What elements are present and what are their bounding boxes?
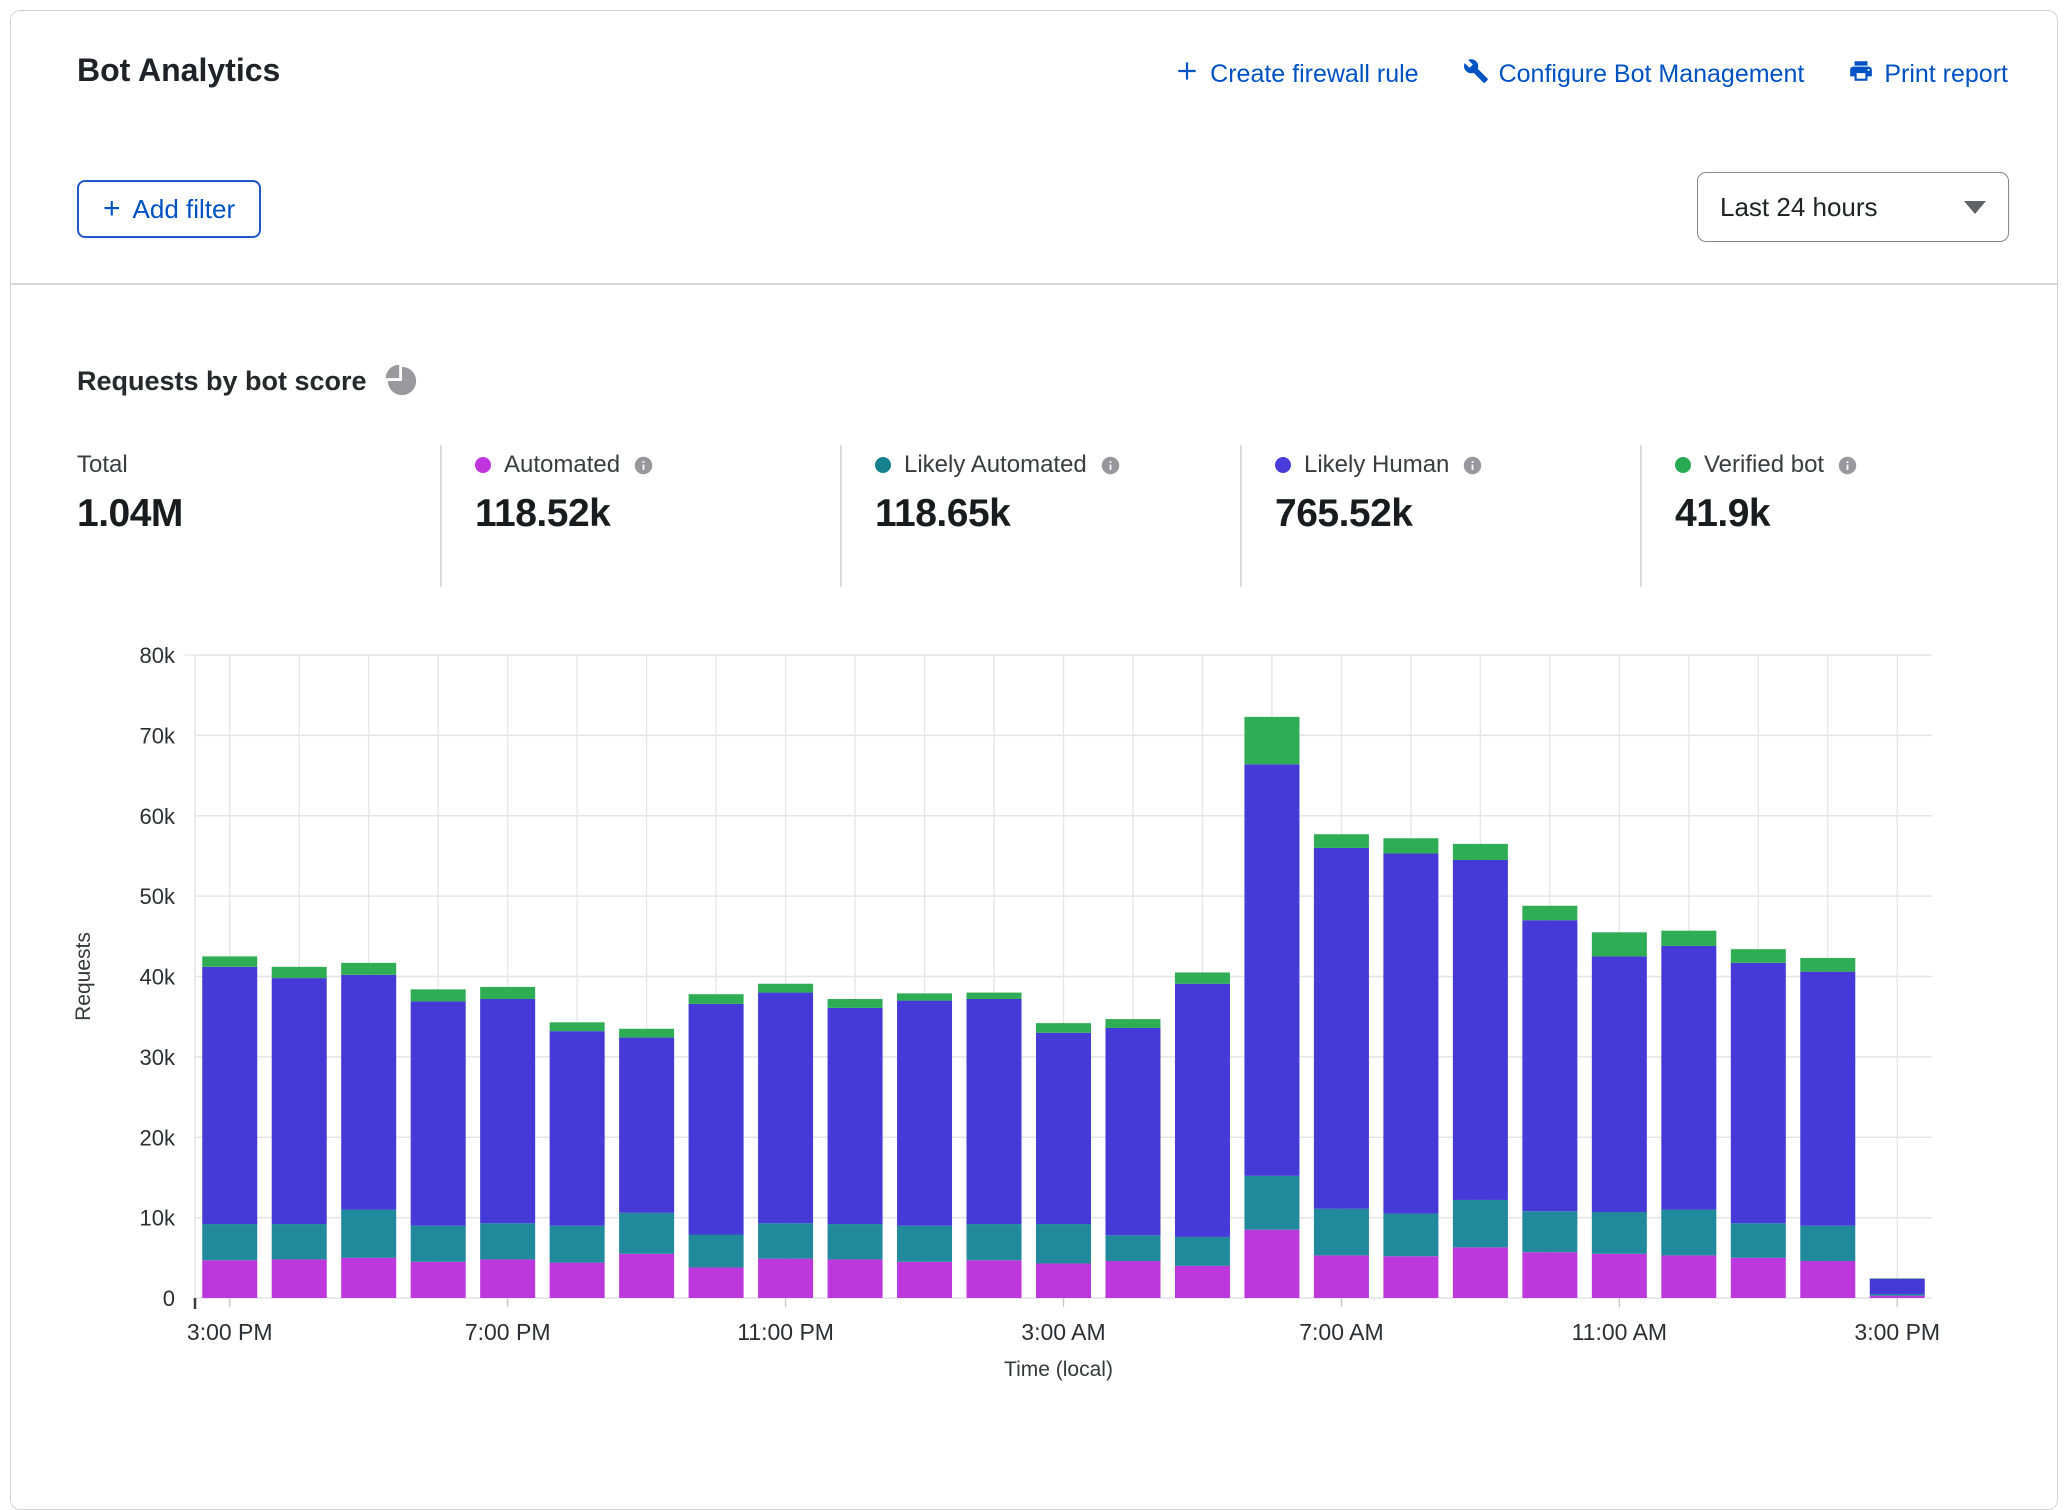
info-icon[interactable] [1837, 455, 1858, 476]
stat-verified-bot-label: Verified bot [1704, 451, 1824, 479]
info-icon[interactable] [633, 455, 654, 476]
section-title: Requests by bot score [77, 364, 419, 398]
header-divider [10, 283, 2058, 285]
info-icon[interactable] [1462, 455, 1483, 476]
verified-bot-legend-dot [1675, 457, 1691, 473]
stat-verified-bot-value: 41.9k [1675, 492, 1858, 536]
svg-text:3:00 AM: 3:00 AM [1021, 1319, 1105, 1345]
time-range-value: Last 24 hours [1720, 192, 1878, 223]
time-range-select[interactable]: Last 24 hours [1697, 172, 2009, 242]
stat-verified-bot: Verified bot 41.9k [1675, 450, 1858, 582]
y-axis-title: Requests [72, 932, 95, 1021]
likely-automated-legend-dot [875, 457, 891, 473]
likely-human-legend-dot [1275, 457, 1291, 473]
svg-text:40k: 40k [140, 965, 176, 990]
page-title: Bot Analytics [77, 52, 280, 89]
svg-text:60k: 60k [140, 804, 176, 829]
stat-likely-human-value: 765.52k [1275, 492, 1483, 536]
plus-icon [1174, 58, 1200, 91]
pie-chart-icon [385, 364, 419, 398]
svg-text:3:00 PM: 3:00 PM [187, 1319, 273, 1345]
requests-by-bot-score-chart[interactable]: 0 10k 20k 30k 40k 50k 60k 70k 80k 3:00 PM 7:00 PM 1… [0, 600, 2070, 1394]
svg-text:70k: 70k [140, 723, 176, 748]
svg-text:3:00 PM: 3:00 PM [1854, 1319, 1940, 1345]
svg-text:30k: 30k [140, 1045, 176, 1070]
stat-automated-label: Automated [504, 451, 620, 479]
svg-text:0: 0 [163, 1286, 175, 1311]
automated-legend-dot [475, 457, 491, 473]
stat-likely-human-label: Likely Human [1304, 451, 1449, 479]
print-report-label: Print report [1884, 60, 2008, 89]
stat-automated: Automated 118.52k [475, 450, 654, 582]
create-firewall-rule-link[interactable]: Create firewall rule [1174, 58, 1418, 91]
svg-text:7:00 AM: 7:00 AM [1299, 1319, 1383, 1345]
stat-automated-value: 118.52k [475, 492, 654, 536]
add-filter-label: Add filter [133, 194, 236, 225]
svg-text:10k: 10k [140, 1206, 176, 1231]
stat-likely-automated: Likely Automated 118.65k [875, 450, 1121, 582]
stat-likely-human: Likely Human 765.52k [1275, 450, 1483, 582]
wrench-icon [1463, 58, 1489, 91]
printer-icon [1848, 58, 1874, 91]
svg-text:50k: 50k [140, 884, 176, 909]
svg-text:7:00 PM: 7:00 PM [465, 1319, 551, 1345]
stat-likely-automated-value: 118.65k [875, 492, 1121, 536]
stat-total: Total 1.04M [77, 450, 183, 582]
create-firewall-rule-label: Create firewall rule [1210, 60, 1418, 89]
stat-separator [1240, 445, 1242, 587]
section-title-text: Requests by bot score [77, 366, 367, 397]
header-actions: Create firewall rule Configure Bot Manag… [1174, 58, 2008, 91]
add-filter-button[interactable]: + Add filter [77, 180, 261, 238]
stat-separator [840, 445, 842, 587]
stat-likely-automated-label: Likely Automated [904, 451, 1087, 479]
svg-text:20k: 20k [140, 1125, 176, 1150]
svg-text:11:00 PM: 11:00 PM [737, 1319, 834, 1345]
stat-separator [1640, 445, 1642, 587]
configure-bot-management-link[interactable]: Configure Bot Management [1463, 58, 1805, 91]
svg-text:11:00 AM: 11:00 AM [1572, 1319, 1667, 1345]
configure-bot-management-label: Configure Bot Management [1499, 60, 1805, 89]
print-report-link[interactable]: Print report [1848, 58, 2008, 91]
info-icon[interactable] [1100, 455, 1121, 476]
plus-icon: + [103, 194, 121, 224]
chevron-down-icon [1964, 201, 1986, 214]
stat-total-label: Total [77, 451, 128, 479]
x-axis-title: Time (local) [1004, 1358, 1113, 1381]
svg-text:80k: 80k [140, 643, 176, 668]
stat-separator [440, 445, 442, 587]
stat-total-value: 1.04M [77, 492, 183, 536]
